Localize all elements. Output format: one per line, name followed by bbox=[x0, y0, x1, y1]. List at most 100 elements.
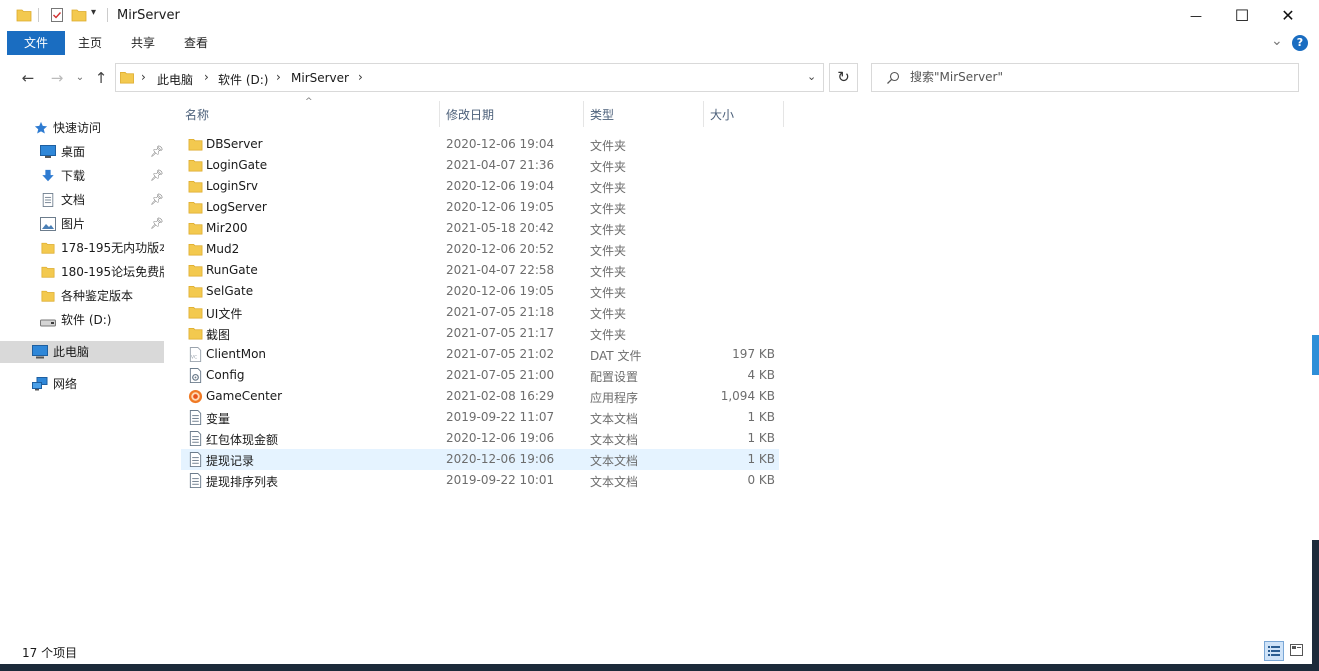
file-row[interactable]: LoginGate 2021-04-07 21:36 文件夹 bbox=[181, 155, 779, 176]
file-date: 2021-04-07 21:36 bbox=[446, 158, 555, 172]
document-icon bbox=[42, 193, 54, 207]
maximize-icon: ☐ bbox=[1234, 6, 1250, 25]
breadcrumb-mirserver[interactable]: MirServer bbox=[291, 71, 349, 85]
breadcrumb-this-pc[interactable]: 此电脑 bbox=[157, 71, 193, 88]
file-row[interactable]: Config 2021-07-05 21:00 配置设置 4 KB bbox=[181, 365, 779, 386]
pin-icon[interactable]: 📌︎ bbox=[150, 213, 164, 235]
pin-icon[interactable]: 📌︎ bbox=[150, 189, 164, 211]
file-date: 2021-07-05 21:17 bbox=[446, 326, 555, 340]
new-folder-icon[interactable] bbox=[71, 7, 87, 23]
breadcrumb-chevron-icon[interactable]: › bbox=[141, 70, 146, 84]
title-bar: ▾ MirServer — ☐ ✕ bbox=[0, 0, 1319, 31]
close-button[interactable]: ✕ bbox=[1265, 0, 1311, 31]
file-date: 2021-07-05 21:02 bbox=[446, 347, 555, 361]
sidebar-item-pictures[interactable]: 图片 📌︎ bbox=[0, 213, 164, 235]
tab-file[interactable]: 文件 bbox=[7, 31, 65, 55]
sidebar-item-this-pc[interactable]: 此电脑 bbox=[0, 341, 164, 363]
recent-locations-button[interactable]: ⌄ bbox=[71, 69, 89, 87]
properties-icon[interactable] bbox=[49, 7, 65, 23]
computer-icon bbox=[32, 345, 48, 359]
file-date: 2021-02-08 16:29 bbox=[446, 389, 555, 403]
file-row[interactable]: Mud2 2020-12-06 20:52 文件夹 bbox=[181, 239, 779, 260]
sidebar-item-folder-identify[interactable]: 各种鉴定版本 bbox=[0, 285, 164, 307]
details-view-icon bbox=[1268, 646, 1280, 656]
file-row[interactable]: 提现记录 2020-12-06 19:06 文本文档 1 KB bbox=[181, 449, 779, 470]
sidebar-item-drive-d[interactable]: 软件 (D:) bbox=[0, 309, 164, 331]
file-type: 文本文档 bbox=[590, 412, 639, 426]
column-divider[interactable] bbox=[783, 101, 784, 127]
desktop-edge bbox=[1312, 540, 1319, 671]
sidebar-item-folder-180-195[interactable]: 180-195论坛免费版 bbox=[0, 261, 164, 283]
column-header-date[interactable]: 修改日期 bbox=[446, 106, 494, 128]
file-row[interactable]: SelGate 2020-12-06 19:05 文件夹 bbox=[181, 281, 779, 302]
file-row[interactable]: LogServer 2020-12-06 19:05 文件夹 bbox=[181, 197, 779, 218]
close-icon: ✕ bbox=[1281, 6, 1295, 25]
file-name: UI文件 bbox=[206, 307, 243, 321]
file-name: Mud2 bbox=[206, 242, 240, 256]
sidebar-item-documents[interactable]: 文档 📌︎ bbox=[0, 189, 164, 211]
tab-home[interactable]: 主页 bbox=[64, 31, 116, 55]
file-row[interactable]: LoginSrv 2020-12-06 19:04 文件夹 bbox=[181, 176, 779, 197]
file-size: 1 KB bbox=[747, 431, 775, 445]
breadcrumb-chevron-icon[interactable]: › bbox=[276, 70, 281, 84]
ribbon: 文件 主页 共享 查看 ⌄ ? bbox=[0, 31, 1319, 57]
tab-share[interactable]: 共享 bbox=[117, 31, 169, 55]
folder-icon bbox=[188, 159, 203, 172]
tab-view[interactable]: 查看 bbox=[170, 31, 222, 55]
file-name: SelGate bbox=[206, 284, 254, 298]
pin-icon[interactable]: 📌︎ bbox=[150, 141, 164, 163]
file-name: ClientMon bbox=[206, 347, 267, 361]
folder-icon bbox=[16, 9, 32, 22]
maximize-button[interactable]: ☐ bbox=[1219, 0, 1265, 31]
refresh-button[interactable]: ↻ bbox=[829, 63, 858, 92]
help-icon[interactable]: ? bbox=[1292, 35, 1308, 51]
address-dropdown-icon[interactable]: ⌄ bbox=[807, 70, 816, 83]
address-bar[interactable]: › 此电脑 › 软件 (D:) › MirServer › ⌄ bbox=[115, 63, 824, 92]
breadcrumb-drive-d[interactable]: 软件 (D:) bbox=[218, 71, 268, 88]
file-row[interactable]: 截图 2021-07-05 21:17 文件夹 bbox=[181, 323, 779, 344]
sidebar-item-quick-access[interactable]: 快速访问 bbox=[0, 117, 164, 139]
breadcrumb-chevron-icon[interactable]: › bbox=[204, 70, 209, 84]
forward-button[interactable]: → bbox=[48, 69, 66, 87]
expand-ribbon-icon[interactable]: ⌄ bbox=[1271, 33, 1283, 49]
search-input[interactable] bbox=[908, 69, 1282, 85]
sidebar-item-folder-178-195[interactable]: 178-195无内功版本 bbox=[0, 237, 164, 259]
file-row[interactable]: RunGate 2021-04-07 22:58 文件夹 bbox=[181, 260, 779, 281]
column-divider[interactable] bbox=[583, 101, 584, 127]
file-type: 配置设置 bbox=[590, 370, 639, 384]
sort-ascending-icon[interactable]: ^ bbox=[305, 97, 313, 107]
minimize-button[interactable]: — bbox=[1173, 0, 1219, 31]
file-row[interactable]: 变量 2019-09-22 11:07 文本文档 1 KB bbox=[181, 407, 779, 428]
item-count: 17 个项目 bbox=[22, 646, 78, 660]
column-divider[interactable] bbox=[703, 101, 704, 127]
file-size: 0 KB bbox=[747, 473, 775, 487]
arrow-up-icon: ↑ bbox=[94, 69, 108, 87]
file-row[interactable]: 提现排序列表 2019-09-22 10:01 文本文档 0 KB bbox=[181, 470, 779, 491]
file-row[interactable]: Mir200 2021-05-18 20:42 文件夹 bbox=[181, 218, 779, 239]
breadcrumb-chevron-icon[interactable]: › bbox=[358, 70, 363, 84]
sidebar-item-desktop[interactable]: 桌面 📌︎ bbox=[0, 141, 164, 163]
folder-icon bbox=[188, 222, 203, 235]
file-row[interactable]: VC ClientMon 2021-07-05 21:02 DAT 文件 197… bbox=[181, 344, 779, 365]
column-header-type[interactable]: 类型 bbox=[590, 106, 614, 128]
back-button[interactable]: ← bbox=[19, 69, 37, 87]
sidebar-item-network[interactable]: 网络 bbox=[0, 373, 164, 395]
customize-quick-access-icon[interactable]: ▾ bbox=[91, 7, 96, 18]
folder-icon bbox=[188, 243, 203, 256]
up-button[interactable]: ↑ bbox=[92, 69, 110, 87]
column-divider[interactable] bbox=[439, 101, 440, 127]
file-size: 1 KB bbox=[747, 452, 775, 466]
file-row[interactable]: DBServer 2020-12-06 19:04 文件夹 bbox=[181, 134, 779, 155]
large-icons-view-button[interactable] bbox=[1287, 641, 1307, 661]
file-name: RunGate bbox=[206, 263, 258, 277]
pin-icon[interactable]: 📌︎ bbox=[150, 165, 164, 187]
file-row[interactable]: 红包体现金额 2020-12-06 19:06 文本文档 1 KB bbox=[181, 428, 779, 449]
details-view-button[interactable] bbox=[1264, 641, 1284, 661]
search-box[interactable] bbox=[871, 63, 1299, 92]
star-icon bbox=[34, 121, 48, 134]
column-header-size[interactable]: 大小 bbox=[710, 106, 734, 128]
sidebar-item-downloads[interactable]: 下载 📌︎ bbox=[0, 165, 164, 187]
column-header-name[interactable]: 名称 bbox=[185, 106, 209, 128]
file-row[interactable]: UI文件 2021-07-05 21:18 文件夹 bbox=[181, 302, 779, 323]
file-row[interactable]: GameCenter 2021-02-08 16:29 应用程序 1,094 K… bbox=[181, 386, 779, 407]
